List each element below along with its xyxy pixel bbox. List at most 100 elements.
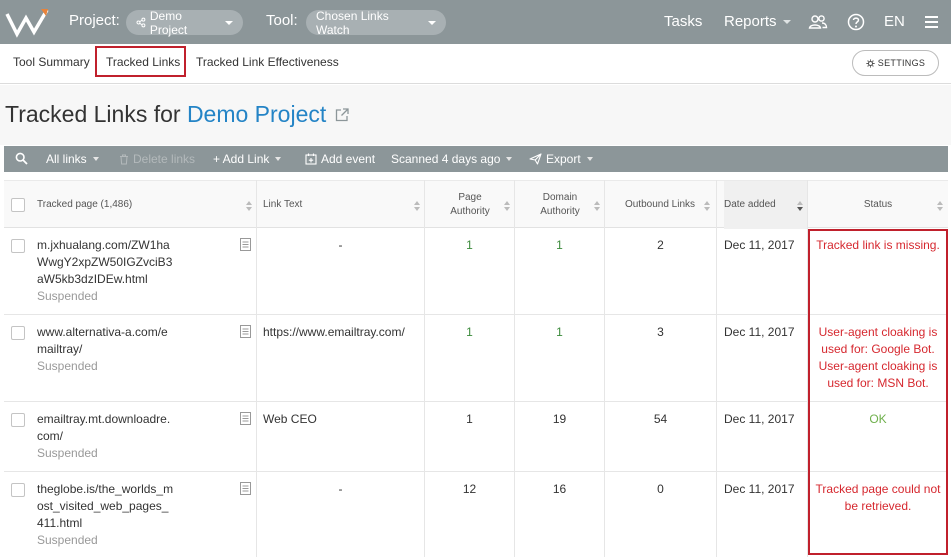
link-text: - bbox=[338, 482, 343, 496]
page-title-prefix: Tracked Links for bbox=[5, 101, 181, 127]
notes-icon[interactable] bbox=[240, 482, 251, 495]
send-icon bbox=[529, 153, 542, 165]
link-text: https://www.emailtray.com/ bbox=[263, 325, 405, 339]
table-row[interactable]: emailtray.mt.downloadre.com/ Suspended W… bbox=[4, 402, 948, 472]
chevron-down-icon bbox=[225, 20, 233, 25]
tool-selector-value: Chosen Links Watch bbox=[316, 8, 389, 37]
column-header-status-label: Status bbox=[863, 199, 893, 210]
share-icon bbox=[136, 17, 146, 28]
column-header-status[interactable]: Status bbox=[808, 181, 948, 229]
notes-icon[interactable] bbox=[240, 412, 251, 425]
column-header-link-text[interactable]: Link Text bbox=[263, 181, 425, 229]
add-link-label: + Add Link bbox=[213, 152, 270, 166]
column-header-date-added[interactable]: Date added bbox=[724, 181, 808, 229]
domain-authority: 1 bbox=[556, 238, 563, 252]
page-authority: 1 bbox=[466, 238, 473, 252]
table-toolbar: All links Delete links + Add Link Add ev… bbox=[4, 146, 948, 172]
link-text: - bbox=[338, 238, 343, 252]
table-row[interactable]: theglobe.is/the_worlds_most_visited_web_… bbox=[4, 472, 948, 559]
outbound-links: 54 bbox=[653, 412, 668, 426]
column-header-page-authority-label: Page Authority bbox=[450, 192, 490, 217]
tab-tool-summary[interactable]: Tool Summary bbox=[13, 55, 90, 69]
tracked-page-url[interactable]: www.alternativa-a.com/emailtray/ bbox=[37, 324, 175, 358]
sort-icon bbox=[594, 201, 600, 211]
add-link-button[interactable]: + Add Link bbox=[213, 152, 282, 166]
page-authority: 1 bbox=[466, 412, 473, 426]
all-links-filter[interactable]: All links bbox=[46, 152, 99, 166]
sort-icon bbox=[937, 201, 943, 211]
row-checkbox[interactable] bbox=[11, 413, 25, 427]
notes-icon[interactable] bbox=[240, 238, 251, 251]
status-column-highlight bbox=[808, 229, 948, 555]
sort-icon bbox=[704, 201, 710, 211]
column-header-domain-authority[interactable]: Domain Authority bbox=[515, 181, 605, 229]
tracked-page-state: Suspended bbox=[37, 359, 98, 373]
table-row[interactable]: m.jxhualang.com/ZW1haWwgY2xpZW50IGZvciB3… bbox=[4, 228, 948, 315]
calendar-add-icon bbox=[305, 153, 317, 165]
logo-icon[interactable] bbox=[4, 6, 50, 38]
domain-authority: 1 bbox=[556, 325, 563, 339]
row-checkbox[interactable] bbox=[11, 239, 25, 253]
tracked-page-state: Suspended bbox=[37, 533, 98, 547]
delete-links-label: Delete links bbox=[133, 152, 196, 166]
column-header-domain-authority-label: Domain Authority bbox=[540, 192, 580, 217]
search-icon[interactable] bbox=[15, 152, 28, 165]
page-title: Tracked Links for Demo Project bbox=[5, 101, 326, 128]
chevron-down-icon bbox=[782, 19, 791, 24]
add-event-label: Add event bbox=[321, 152, 376, 166]
tracked-links-table: Tracked page (1,486) Link Text Page Auth… bbox=[4, 180, 948, 557]
page-authority: 12 bbox=[462, 482, 477, 496]
outbound-links: 2 bbox=[657, 238, 664, 252]
tracked-page-state: Suspended bbox=[37, 446, 98, 460]
tracked-page-url[interactable]: emailtray.mt.downloadre.com/ bbox=[37, 411, 175, 445]
project-selector[interactable]: Demo Project bbox=[126, 8, 243, 37]
chevron-down-icon bbox=[92, 157, 99, 161]
external-link-icon[interactable] bbox=[334, 107, 350, 123]
hamburger-menu-icon[interactable] bbox=[922, 12, 942, 32]
column-header-tracked-page[interactable]: Tracked page (1,486) bbox=[37, 181, 257, 229]
users-icon[interactable] bbox=[808, 12, 828, 32]
sort-icon bbox=[414, 201, 420, 211]
row-checkbox[interactable] bbox=[11, 326, 25, 340]
notes-icon[interactable] bbox=[240, 325, 251, 338]
tool-selector[interactable]: Chosen Links Watch bbox=[306, 8, 446, 37]
column-header-page-authority[interactable]: Page Authority bbox=[425, 181, 515, 229]
column-header-outbound-links[interactable]: Outbound Links bbox=[605, 181, 715, 229]
scanned-label: Scanned 4 days ago bbox=[391, 152, 501, 166]
nav-tasks[interactable]: Tasks bbox=[664, 13, 702, 30]
column-header-outbound-links-label: Outbound Links bbox=[624, 199, 696, 210]
project-selector-value: Demo Project bbox=[149, 8, 188, 37]
all-links-label: All links bbox=[46, 152, 87, 166]
outbound-links: 0 bbox=[657, 482, 664, 496]
help-icon[interactable] bbox=[846, 12, 866, 32]
language-selector[interactable]: EN bbox=[884, 13, 905, 30]
column-header-tracked-page-label: Tracked page (1,486) bbox=[37, 199, 133, 210]
export-dropdown[interactable]: Export bbox=[529, 152, 593, 166]
settings-button[interactable]: SETTINGS bbox=[852, 50, 939, 76]
trash-icon bbox=[120, 154, 128, 164]
link-text: Web CEO bbox=[263, 412, 317, 426]
project-label: Project: bbox=[69, 12, 120, 29]
tracked-page-state: Suspended bbox=[37, 289, 98, 303]
nav-reports[interactable]: Reports bbox=[724, 13, 791, 30]
scanned-dropdown[interactable]: Scanned 4 days ago bbox=[391, 152, 513, 166]
export-label: Export bbox=[546, 152, 581, 166]
tool-label: Tool: bbox=[266, 12, 298, 29]
page-authority: 1 bbox=[466, 325, 473, 339]
date-added: Dec 11, 2017 bbox=[724, 482, 795, 496]
tab-bar: Tool Summary Tracked Links Tracked Link … bbox=[0, 44, 951, 84]
tab-tracked-link-effectiveness[interactable]: Tracked Link Effectiveness bbox=[196, 55, 339, 69]
delete-links-button[interactable]: Delete links bbox=[119, 152, 195, 166]
row-checkbox[interactable] bbox=[11, 483, 25, 497]
sort-icon bbox=[504, 201, 510, 211]
sort-descending-icon bbox=[797, 201, 803, 211]
table-row[interactable]: www.alternativa-a.com/emailtray/ Suspend… bbox=[4, 315, 948, 402]
page-title-project-link[interactable]: Demo Project bbox=[187, 101, 326, 127]
settings-button-label: SETTINGS bbox=[877, 58, 926, 68]
tracked-page-url[interactable]: theglobe.is/the_worlds_most_visited_web_… bbox=[37, 481, 175, 532]
chevron-down-icon bbox=[275, 157, 282, 161]
select-all-checkbox[interactable] bbox=[11, 198, 25, 212]
add-event-button[interactable]: Add event bbox=[305, 152, 375, 166]
chevron-down-icon bbox=[586, 157, 593, 161]
tracked-page-url[interactable]: m.jxhualang.com/ZW1haWwgY2xpZW50IGZvciB3… bbox=[37, 237, 175, 288]
